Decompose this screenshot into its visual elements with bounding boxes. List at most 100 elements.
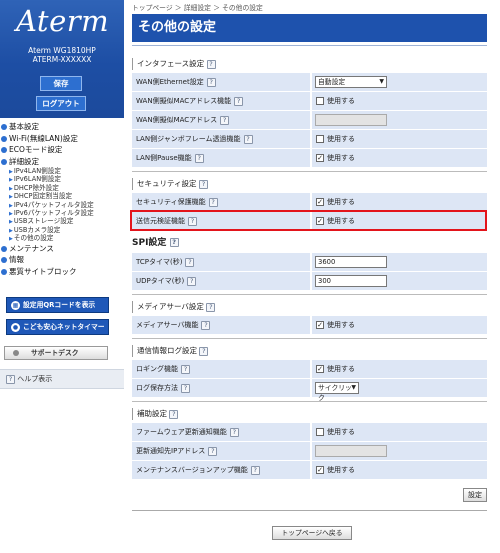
maintenance-upgrade-checkbox[interactable]: ✓ 使用する [316, 465, 355, 475]
jumbo-frame-checkbox[interactable]: 使用する [316, 134, 355, 144]
media-server-checkbox[interactable]: ✓ 使用する [316, 320, 355, 330]
help-icon[interactable]: ? [250, 465, 260, 475]
menu-item-maintenance[interactable]: メンテナンス [0, 243, 124, 255]
bullet-icon [1, 135, 7, 142]
help-icon[interactable]: ? [169, 409, 179, 419]
checkbox-icon [316, 97, 324, 105]
bullet-icon [1, 147, 7, 153]
log-save-method-select[interactable]: サイクリック ▼ [315, 382, 359, 402]
menu-item-wifi[interactable]: Wi-Fi(無線LAN)設定 [0, 133, 124, 145]
submenu-item-ipv4-filter[interactable]: ▶IPv4パケットフィルタ設定 [0, 201, 124, 209]
menu-item-site-block[interactable]: 悪質サイトブロック [0, 266, 124, 278]
support-label: サポートデスク [31, 349, 79, 357]
menu-label: メンテナンス [9, 243, 54, 253]
child-timer-button[interactable]: ● こども安心ネットタイマー [6, 319, 109, 335]
label-text: WAN側Ethernet設定 [136, 78, 204, 86]
triangle-icon: ▶ [9, 185, 13, 192]
back-to-top-button[interactable]: トップページへ戻る [272, 526, 352, 540]
menu-item-eco[interactable]: ECOモード設定 [0, 144, 124, 156]
wan-mac-address-input[interactable] [315, 114, 387, 126]
help-icon[interactable]: ? [229, 427, 239, 437]
help-icon[interactable]: ? [194, 153, 204, 163]
submenu-item-usb-camera[interactable]: ▶USBカメラ設定 [0, 226, 124, 234]
label-text: UDPタイマ(秒) [136, 277, 185, 285]
row-value: 3600 [312, 253, 487, 271]
help-icon[interactable]: ? [185, 257, 195, 267]
row-label: TCPタイマ(秒)? [132, 253, 310, 271]
breadcrumb[interactable]: トップページ ＞ 詳細設定 ＞ その他の設定 [132, 2, 263, 12]
submenu-item-ipv6lan[interactable]: ▶IPv6LAN側設定 [0, 175, 124, 183]
help-icon[interactable]: ? [208, 197, 218, 207]
menu-label: 悪質サイトブロック [9, 266, 77, 276]
save-button[interactable]: 保存 [40, 76, 82, 91]
row-lan-jumbo-frame: LAN側ジャンボフレーム透過機能? 使用する [132, 130, 487, 148]
select-value: 自動設定 [318, 78, 346, 86]
qr-code-button[interactable]: ▦ 設定用QRコードを表示 [6, 297, 109, 313]
lan-pause-checkbox[interactable]: ✓ 使用する [316, 153, 355, 163]
help-icon[interactable]: ? [181, 364, 190, 374]
wan-pseudo-mac-checkbox[interactable]: 使用する [316, 96, 355, 106]
wan-ethernet-select[interactable]: 自動設定 ▼ [315, 76, 387, 88]
bullet-icon [1, 257, 7, 264]
section-label: SPI設定 [132, 238, 167, 248]
section-title-aux: 補助設定 ? [132, 408, 487, 420]
help-icon[interactable]: ? [234, 96, 244, 106]
row-value: ✓ 使用する [312, 193, 487, 211]
section-title-security: セキュリティ設定 ? [132, 178, 487, 190]
help-icon[interactable]: ? [169, 238, 179, 247]
help-icon[interactable]: ? [206, 77, 216, 87]
support-desk-button[interactable]: サポートデスク [4, 346, 108, 360]
submenu-item-usb-storage[interactable]: ▶USBストレージ設定 [0, 217, 124, 225]
settings-form: インタフェース設定 ? WAN側Ethernet設定? 自動設定 ▼ WAN側擬似… [132, 52, 487, 480]
help-icon[interactable]: ? [243, 134, 253, 144]
help-icon[interactable]: ? [181, 383, 190, 393]
notify-ip-input[interactable] [315, 445, 387, 457]
udp-timer-input[interactable]: 300 [315, 275, 387, 287]
row-firmware-notify: ファームウェア更新通知機能? 使用する [132, 423, 487, 441]
submenu-item-dhcp-fixed[interactable]: ▶DHCP固定割当設定 [0, 192, 124, 200]
row-value [312, 442, 487, 460]
security-protection-checkbox[interactable]: ✓ 使用する [316, 197, 355, 207]
firmware-notify-checkbox[interactable]: 使用する [316, 427, 355, 437]
label-text: ロギング機能 [136, 365, 178, 373]
row-wan-ethernet: WAN側Ethernet設定? 自動設定 ▼ [132, 73, 487, 91]
help-icon[interactable]: ? [220, 115, 230, 125]
submenu-item-dhcp-exclude[interactable]: ▶DHCP除外設定 [0, 184, 124, 192]
triangle-icon: ▶ [9, 194, 13, 201]
menu-item-basic[interactable]: 基本設定 [0, 121, 124, 133]
row-value: ✓ 使用する [312, 360, 487, 378]
help-icon[interactable]: ? [199, 346, 209, 356]
row-security-protection: セキュリティ保護機能? ✓ 使用する [132, 193, 487, 211]
submenu-item-other[interactable]: ▶その他の設定 [0, 234, 124, 242]
row-label: 更新通知先IPアドレス? [132, 442, 310, 460]
submenu-label: IPv4LAN側設定 [13, 167, 61, 175]
child-button-label: こども安心ネットタイマー [23, 323, 105, 331]
help-icon[interactable]: ? [201, 320, 211, 330]
tcp-timer-input[interactable]: 3600 [315, 256, 387, 268]
logout-button[interactable]: ログアウト [36, 96, 86, 111]
menu-item-info[interactable]: 情報 [0, 254, 124, 266]
dropdown-arrow-icon: ▼ [351, 384, 356, 391]
row-label: WAN側Ethernet設定? [132, 73, 310, 91]
label-text: メンテナンスバージョンアップ機能 [136, 466, 248, 474]
row-label: WAN側擬似MACアドレス機能? [132, 92, 310, 110]
menu-item-advanced[interactable]: 詳細設定 [0, 156, 124, 168]
help-icon[interactable]: ? [206, 59, 216, 69]
help-icon[interactable]: ? [206, 302, 216, 312]
apply-button[interactable]: 設定 [463, 488, 487, 502]
help-icon: ? [6, 374, 15, 384]
support-icon [13, 350, 19, 356]
row-value: サイクリック ▼ [312, 379, 487, 402]
help-toggle[interactable]: ? ヘルプ表示 [0, 369, 124, 389]
label-text: メディアサーバ機能 [136, 321, 199, 329]
label-text: LAN側Pause機能 [136, 154, 192, 162]
help-icon[interactable]: ? [208, 446, 218, 456]
help-icon[interactable]: ? [187, 276, 197, 286]
help-icon[interactable]: ? [198, 179, 208, 189]
row-label: ロギング機能? [132, 360, 310, 378]
logging-checkbox[interactable]: ✓ 使用する [316, 364, 355, 374]
checkbox-label: 使用する [327, 321, 355, 329]
row-value: 使用する [312, 130, 487, 148]
row-lan-pause: LAN側Pause機能? ✓ 使用する [132, 149, 487, 167]
checkbox-checked-icon: ✓ [316, 365, 324, 373]
